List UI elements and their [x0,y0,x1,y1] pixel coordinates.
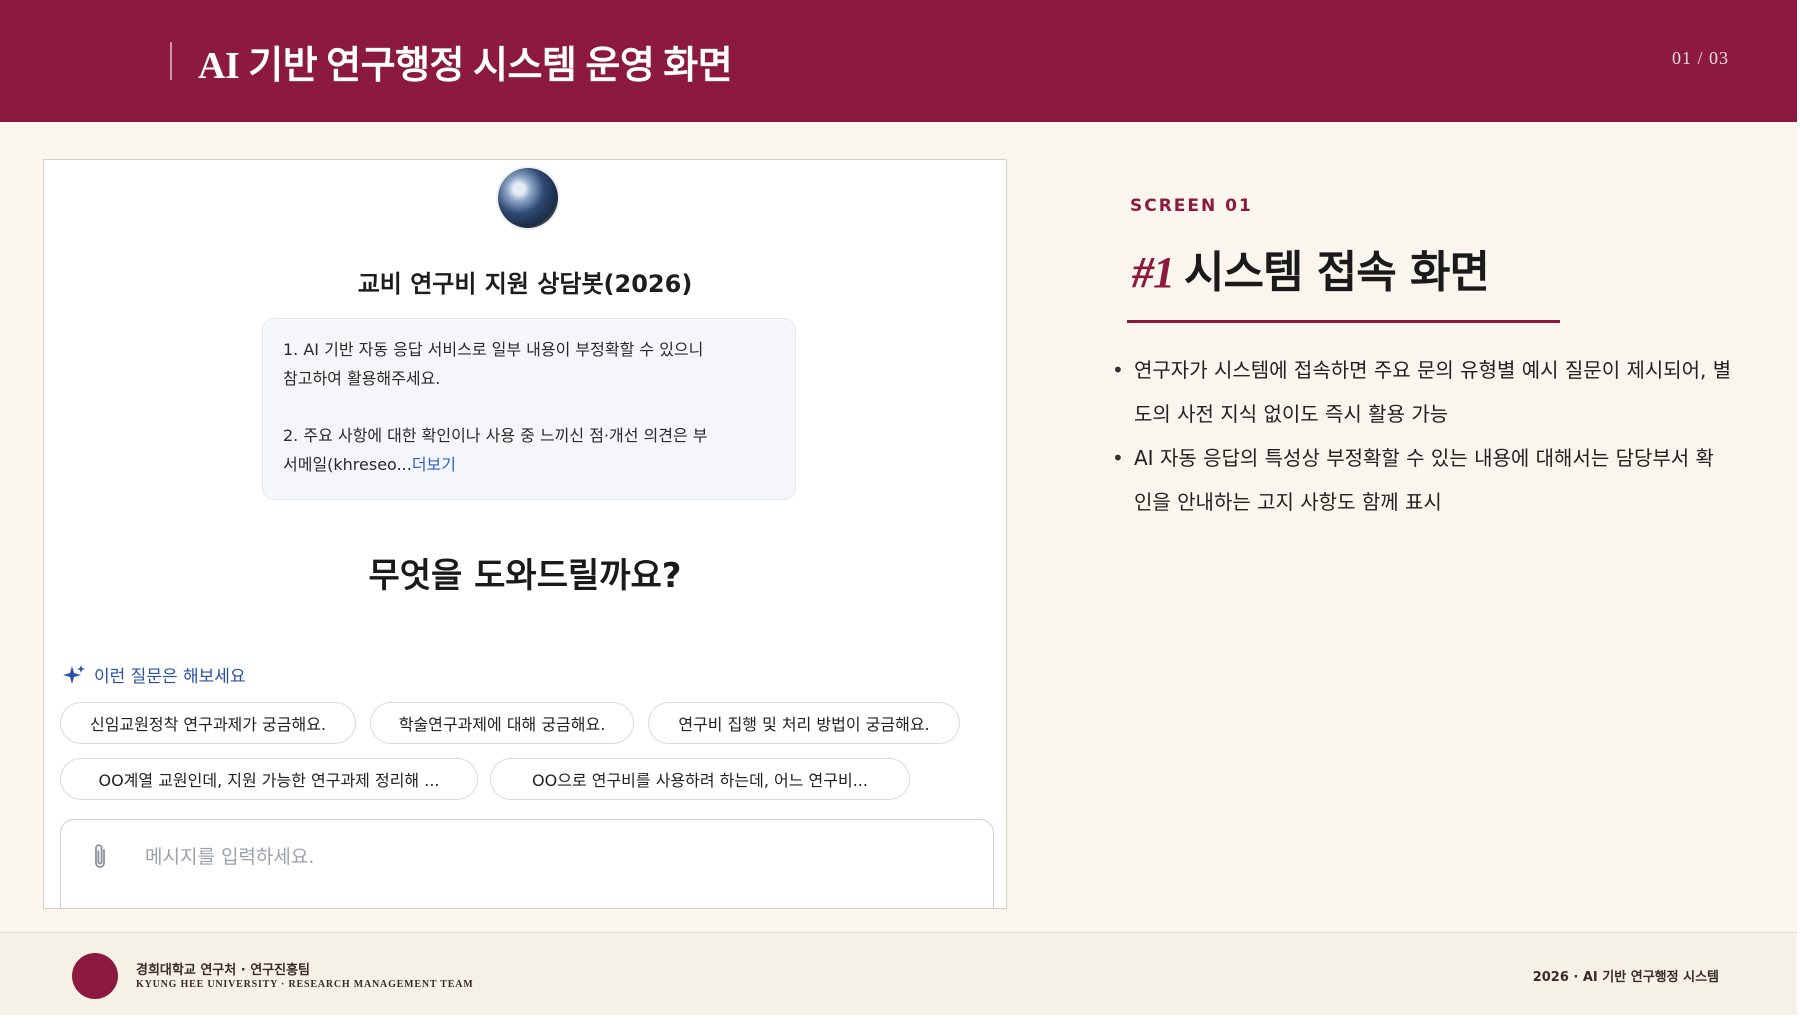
greeting-heading: 무엇을 도와드릴까요? [368,556,682,596]
more-link[interactable]: 더보기 [412,455,456,474]
suggestion-chip[interactable]: OO으로 연구비를 사용하려 하는데, 어느 연구비... [490,758,910,800]
description-item: 연구자가 시스템에 접속하면 주요 문의 유형별 예시 질문이 제시되어, 별도… [1112,348,1732,436]
sparkle-icon [63,664,85,684]
bot-avatar [498,168,558,228]
page-indicator: 01 / 03 [1671,48,1729,68]
suggestions-header: 이런 질문은 해보세요 [62,662,246,687]
notice-line: 2. 주요 사항에 대한 확인이나 사용 중 느끼신 점·개선 의견은 부 [283,426,708,445]
screen-label: SCREEN 01 [1130,196,1253,216]
screen-number: #1 [1132,248,1175,297]
org-name-english: KYUNG HEE UNIVERSITY · RESEARCH MANAGEME… [136,979,474,990]
suggestion-chip[interactable]: OO계열 교원인데, 지원 가능한 연구과제 정리해 ... [60,758,478,800]
header-bar: AI 기반 연구행정 시스템 운영 화면 01 / 03 [0,0,1797,122]
screen-title-text: 시스템 접속 화면 [1184,247,1490,298]
suggestions-label: 이런 질문은 해보세요 [94,667,246,687]
notice-email-text: 서메일(khreseo... [283,455,412,474]
footer: 경희대학교 연구처 · 연구진흥팀 KYUNG HEE UNIVERSITY ·… [0,933,1797,1015]
screen-title: #1 시스템 접속 화면 [1132,236,1490,300]
page-title: AI 기반 연구행정 시스템 운영 화면 [198,45,733,87]
bot-name: 교비 연구비 지원 상담봇(2026) [357,270,693,298]
suggestion-chip[interactable]: 연구비 집행 및 처리 방법이 궁금해요. [648,702,960,744]
notice-line: 서메일(khreseo...더보기 [283,450,775,479]
notice-line: 참고하여 활용해주세요. [283,369,441,388]
description-list: 연구자가 시스템에 접속하면 주요 문의 유형별 예시 질문이 제시되어, 별도… [1112,348,1732,524]
paperclip-icon[interactable] [89,842,111,872]
university-logo [72,953,118,999]
notice-box: 1. AI 기반 자동 응답 서비스로 일부 내용이 부정확할 수 있으니 참고… [262,318,796,500]
header-divider [170,42,172,80]
suggestion-chip[interactable]: 신임교원정착 연구과제가 궁금해요. [60,702,356,744]
message-input[interactable] [145,838,945,876]
suggestion-chip[interactable]: 학술연구과제에 대해 궁금해요. [370,702,634,744]
message-composer [60,819,994,908]
org-name-korean: 경희대학교 연구처 · 연구진흥팀 [136,963,310,978]
chatbot-screenshot: 교비 연구비 지원 상담봇(2026) 1. AI 기반 자동 응답 서비스로 … [43,159,1007,909]
title-divider [1127,320,1560,323]
description-item: AI 자동 응답의 특성상 부정확할 수 있는 내용에 대해서는 담당부서 확인… [1112,436,1732,524]
notice-line: 1. AI 기반 자동 응답 서비스로 일부 내용이 부정확할 수 있으니 [283,340,704,359]
footer-caption: 2026 · AI 기반 연구행정 시스템 [1532,970,1719,985]
